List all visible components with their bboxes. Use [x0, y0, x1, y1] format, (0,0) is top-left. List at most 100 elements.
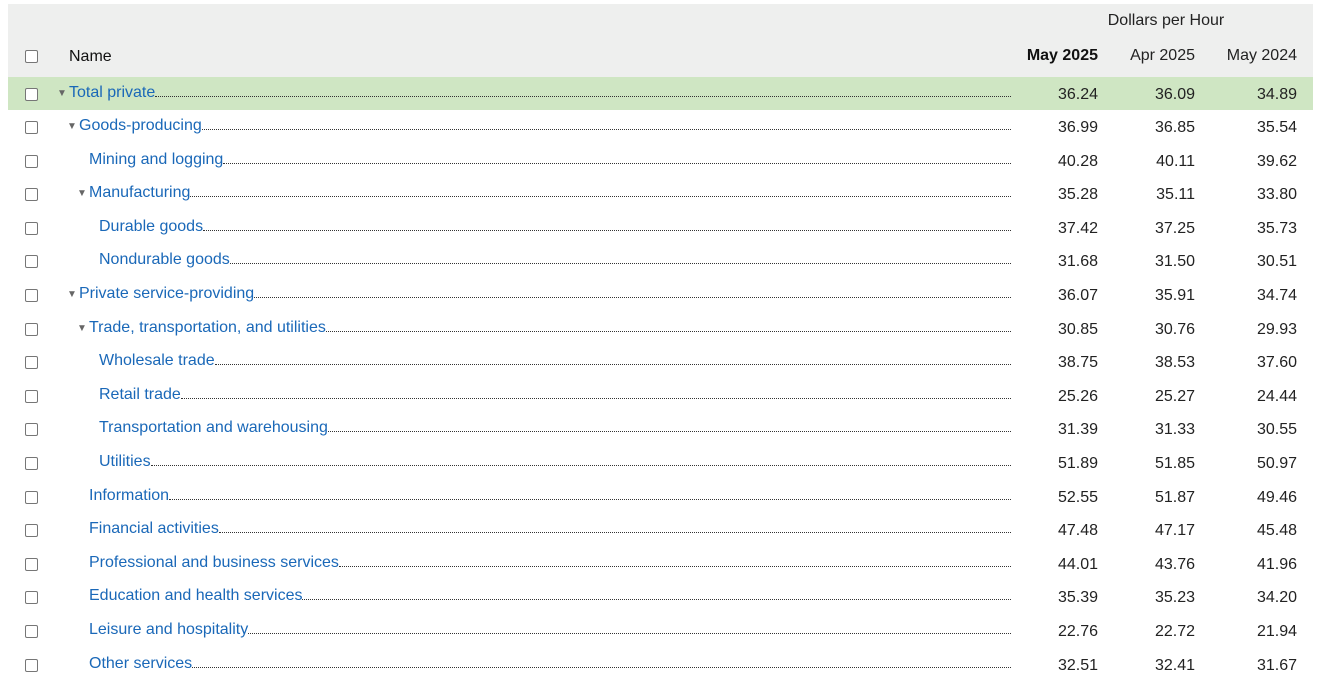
row-label-link[interactable]: Wholesale trade: [99, 352, 215, 370]
row-name-cell: ▼ Private service-providing: [67, 278, 1011, 312]
table-row[interactable]: Durable goods 37.42 37.25 35.73: [8, 211, 1313, 245]
value-cell-2: 38.53: [1154, 354, 1195, 372]
table-row[interactable]: Other services 32.51 32.41 31.67: [8, 648, 1313, 682]
row-name-cell: Wholesale trade: [87, 345, 1011, 379]
row-name-cell: Information: [77, 480, 1011, 514]
table-row[interactable]: ▼ Total private 36.24 36.09 34.89: [8, 77, 1313, 110]
row-label-link[interactable]: Other services: [89, 655, 192, 673]
caret-down-icon[interactable]: ▼: [67, 289, 79, 300]
value-cell-3: 30.55: [1256, 421, 1297, 439]
value-cell-3: 30.51: [1256, 253, 1297, 271]
value-cell-1: 36.99: [1057, 119, 1098, 136]
value-cell-1: 40.28: [1057, 152, 1098, 170]
row-label-link[interactable]: Education and health services: [89, 587, 302, 605]
row-name-cell: Education and health services: [77, 580, 1011, 614]
row-name-cell: Leisure and hospitality: [77, 614, 1011, 648]
row-checkbox[interactable]: [25, 322, 38, 336]
value-cell-3: 37.60: [1256, 354, 1297, 372]
caret-down-icon[interactable]: ▼: [77, 188, 89, 199]
dot-leader: [155, 96, 1011, 97]
table-row[interactable]: Nondurable goods 31.68 31.50 30.51: [8, 244, 1313, 278]
caret-down-icon[interactable]: ▼: [57, 88, 69, 99]
value-cell-2: 36.09: [1154, 86, 1195, 103]
value-cell-1: 36.24: [1057, 86, 1098, 103]
dot-leader: [302, 599, 1011, 601]
row-name-cell: ▼ Manufacturing: [77, 177, 1011, 211]
dot-leader: [218, 532, 1011, 534]
row-checkbox[interactable]: [25, 188, 38, 202]
table-row[interactable]: Financial activities 47.48 47.17 45.48: [8, 513, 1313, 547]
row-label-link[interactable]: Professional and business services: [89, 554, 339, 572]
row-checkbox[interactable]: [25, 557, 38, 571]
table-row[interactable]: Retail trade 25.26 25.27 24.44: [8, 379, 1313, 413]
table-row[interactable]: Information 52.55 51.87 49.46: [8, 480, 1313, 514]
row-label-link[interactable]: Durable goods: [99, 218, 203, 236]
value-cell-2: 36.85: [1154, 119, 1195, 136]
table-row[interactable]: Mining and logging 40.28 40.11 39.62: [8, 144, 1313, 178]
table-row[interactable]: Professional and business services 44.01 4…: [8, 547, 1313, 581]
value-cell-1: 36.07: [1057, 286, 1098, 304]
column-header-2[interactable]: Apr 2025: [1130, 47, 1195, 65]
row-checkbox[interactable]: [25, 389, 38, 403]
dot-leader: [325, 330, 1011, 332]
row-label-link[interactable]: Manufacturing: [89, 184, 190, 202]
value-cell-2: 51.85: [1154, 454, 1195, 472]
table-row[interactable]: Education and health services 35.39 35.23 3…: [8, 580, 1313, 614]
value-cell-2: 35.11: [1156, 186, 1195, 204]
dot-leader: [327, 431, 1011, 433]
name-column-header[interactable]: Name: [69, 48, 112, 66]
row-checkbox[interactable]: [25, 154, 38, 168]
row-checkbox[interactable]: [25, 288, 38, 302]
row-name-cell: Retail trade: [87, 379, 1011, 413]
row-label-link[interactable]: Goods-producing: [79, 117, 202, 135]
dot-leader: [192, 666, 1011, 668]
row-checkbox[interactable]: [25, 456, 38, 470]
select-all-checkbox[interactable]: [25, 50, 38, 63]
row-label-link[interactable]: Nondurable goods: [99, 251, 230, 269]
row-label-link[interactable]: Mining and logging: [89, 151, 223, 169]
row-label-link[interactable]: Retail trade: [99, 386, 181, 404]
caret-down-icon[interactable]: ▼: [77, 323, 89, 334]
row-label-link[interactable]: Private service-providing: [79, 285, 254, 303]
dot-leader: [169, 498, 1011, 500]
row-label-link[interactable]: Utilities: [99, 453, 151, 471]
row-checkbox[interactable]: [25, 423, 38, 437]
table-row[interactable]: Wholesale trade 38.75 38.53 37.60: [8, 345, 1313, 379]
dot-leader: [214, 364, 1011, 366]
row-checkbox[interactable]: [25, 356, 38, 370]
row-checkbox[interactable]: [25, 88, 38, 101]
dot-leader: [203, 229, 1011, 231]
table-row[interactable]: Utilities 51.89 51.85 50.97: [8, 446, 1313, 480]
value-cell-3: 34.89: [1256, 86, 1297, 103]
row-label-link[interactable]: Transportation and warehousing: [99, 419, 328, 437]
table-row[interactable]: ▼ Private service-providing 36.07 35.91 34.7…: [8, 278, 1313, 312]
value-cell-3: 31.67: [1256, 656, 1297, 674]
column-header-1[interactable]: May 2025: [1027, 47, 1098, 65]
table-row[interactable]: Transportation and warehousing 31.39 31.33…: [8, 412, 1313, 446]
row-checkbox[interactable]: [25, 658, 38, 672]
row-label-link[interactable]: Total private: [69, 84, 155, 102]
row-name-cell: Nondurable goods: [87, 244, 1011, 278]
row-label-link[interactable]: Trade, transportation, and utilities: [89, 319, 326, 337]
caret-down-icon[interactable]: ▼: [67, 121, 79, 132]
row-label-link[interactable]: Financial activities: [89, 520, 219, 538]
column-header-3[interactable]: May 2024: [1227, 47, 1297, 65]
dot-leader: [254, 296, 1011, 298]
value-cell-1: 51.89: [1057, 454, 1098, 472]
row-checkbox[interactable]: [25, 624, 38, 638]
dot-leader: [201, 129, 1011, 130]
row-label-link[interactable]: Information: [89, 487, 169, 505]
row-checkbox[interactable]: [25, 255, 38, 269]
row-checkbox[interactable]: [25, 591, 38, 605]
row-checkbox[interactable]: [25, 524, 38, 538]
table-row[interactable]: Leisure and hospitality 22.76 22.72 21.94: [8, 614, 1313, 648]
row-checkbox[interactable]: [25, 121, 38, 134]
table-row[interactable]: ▼ Manufacturing 35.28 35.11 33.80: [8, 177, 1313, 211]
table-row[interactable]: ▼ Trade, transportation, and utilities 30.…: [8, 312, 1313, 346]
row-label-link[interactable]: Leisure and hospitality: [89, 621, 248, 639]
row-checkbox[interactable]: [25, 221, 38, 235]
row-checkbox[interactable]: [25, 490, 38, 504]
row-name-cell: Financial activities: [77, 513, 1011, 547]
table-row[interactable]: ▼ Goods-producing 36.99 36.85 35.54: [8, 110, 1313, 144]
dot-leader: [150, 464, 1011, 466]
